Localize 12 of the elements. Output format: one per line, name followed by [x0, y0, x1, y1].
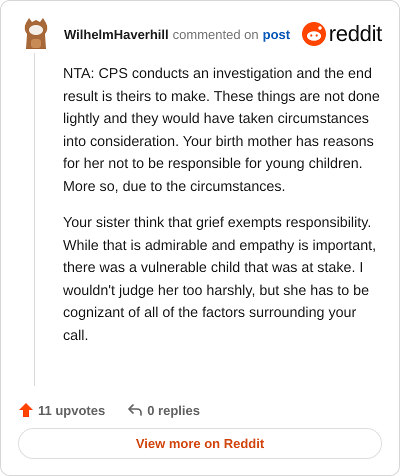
reply-count: 0 replies [147, 402, 200, 418]
action-text: commented on [172, 26, 259, 42]
upvote-icon[interactable] [18, 402, 34, 418]
upvote-count: 11 upvotes [38, 402, 106, 418]
comment-paragraph: NTA: CPS conducts an investigation and the end result is theirs to make. These things are not done lightly and they would have taken circumstances into consideration. Your birth mother has reasons for her not to be responsible for young children. More so, due to the circumstances. [63, 65, 381, 196]
brand-name: reddit [328, 21, 382, 47]
comment-paragraph: Your sister think that grief exempts responsibility. While that is admirable and empathy is important, there was a vulnerable child that was at stake. I wouldn't judge her too harshly, but she has to be cognizant of all of the factors surrounding your call. [63, 214, 378, 346]
post-link[interactable]: post [262, 26, 290, 42]
reply-icon[interactable] [127, 402, 144, 418]
reddit-logo-icon [302, 22, 326, 46]
view-more-button[interactable]: View more on Reddit [18, 428, 382, 459]
author-name[interactable]: WilhelmHaverhill [64, 26, 169, 42]
